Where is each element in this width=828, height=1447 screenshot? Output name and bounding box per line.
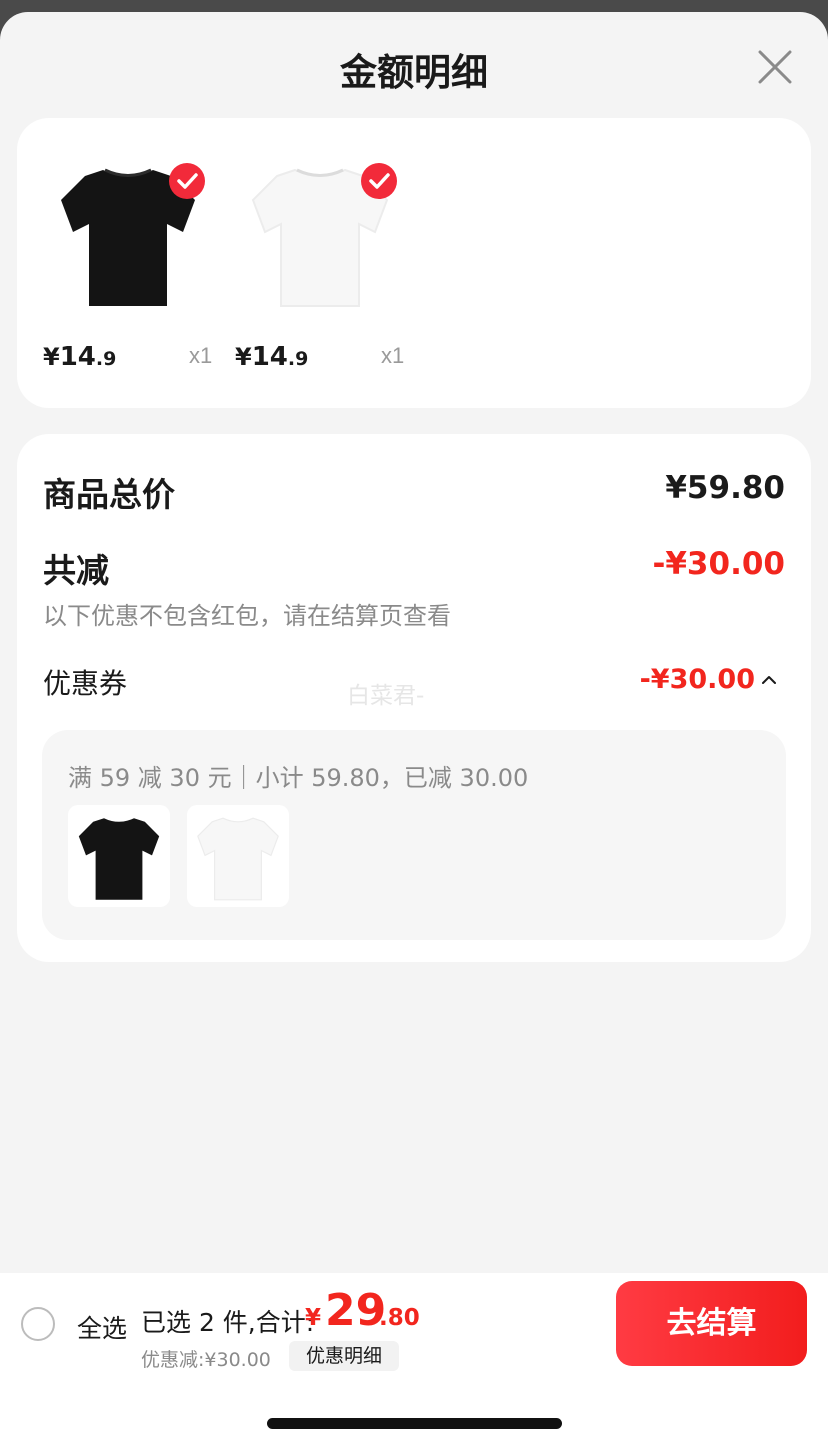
coupon-product-thumbnail xyxy=(187,805,289,907)
discount-note: 以下优惠不包含红包，请在结算页查看 xyxy=(43,602,451,630)
checkout-button[interactable]: 去结算 xyxy=(616,1281,807,1366)
product-quantity: x1 xyxy=(189,343,213,368)
total-amount-integer: 29 xyxy=(325,1285,387,1336)
discount-detail-button[interactable]: 优惠明细 xyxy=(289,1341,399,1371)
select-all-radio[interactable] xyxy=(21,1307,55,1341)
coupon-detail-box: 满 59 减 30 元｜小计 59.80，已减 30.00 xyxy=(42,730,786,940)
coupon-product-thumbnail xyxy=(68,805,170,907)
home-indicator-area xyxy=(0,1374,828,1447)
total-currency: ¥ xyxy=(305,1305,322,1331)
sheet-title: 金额明细 xyxy=(340,51,488,94)
amount-detail-sheet: 金额明细 ¥14.9 x1 ¥14.9 x1 商品总价 ¥59.80 共减 -¥… xyxy=(0,12,828,1447)
black-tshirt-image xyxy=(78,818,160,900)
coupon-label[interactable]: 优惠券 xyxy=(43,662,127,702)
total-reduction-label: 共减 xyxy=(43,551,109,590)
product-quantity: x1 xyxy=(381,343,405,368)
total-price-label: 商品总价 xyxy=(43,475,175,514)
product-checked-checkbox[interactable] xyxy=(169,163,205,199)
select-all-label[interactable]: 全选 xyxy=(77,1309,127,1345)
close-icon[interactable] xyxy=(756,48,794,86)
total-reduction-value: -¥30.00 xyxy=(652,546,786,582)
product-price: ¥14.9 xyxy=(43,342,117,372)
total-amount-decimal: .80 xyxy=(379,1305,420,1331)
home-indicator[interactable] xyxy=(267,1418,562,1429)
checkout-bar: 全选 已选 2 件,合计: ¥ 29 .80 优惠减:¥30.00 优惠明细 去… xyxy=(0,1273,828,1374)
white-tshirt-image xyxy=(197,817,279,901)
selected-summary: 已选 2 件,合计: xyxy=(141,1308,315,1337)
discount-amount: 优惠减:¥30.00 xyxy=(141,1349,271,1371)
coupon-description: 满 59 减 30 元｜小计 59.80，已减 30.00 xyxy=(68,764,529,792)
watermark-text: 白菜君- xyxy=(347,683,425,709)
product-checked-checkbox[interactable] xyxy=(361,163,397,199)
price-summary-card: 商品总价 ¥59.80 共减 -¥30.00 以下优惠不包含红包，请在结算页查看… xyxy=(17,434,811,962)
product-price: ¥14.9 xyxy=(235,342,309,372)
total-price-value: ¥59.80 xyxy=(665,470,785,506)
selected-products-card: ¥14.9 x1 ¥14.9 x1 xyxy=(17,118,811,408)
coupon-value[interactable]: -¥30.00 xyxy=(640,664,755,695)
check-icon xyxy=(177,173,198,189)
check-icon xyxy=(369,173,390,189)
chevron-up-icon[interactable] xyxy=(761,672,777,688)
